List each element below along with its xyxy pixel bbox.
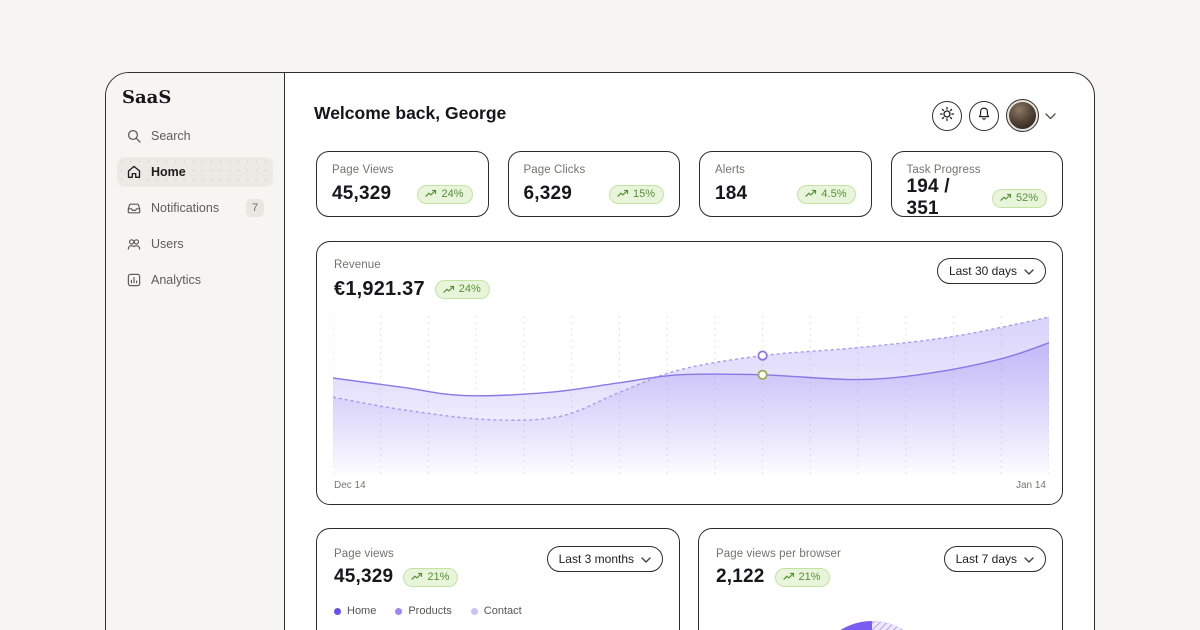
stat-card: Page Clicks 6,329 15% xyxy=(508,151,681,217)
avatar xyxy=(1006,99,1039,132)
bell-icon xyxy=(976,106,992,125)
sidebar-item-label: Notifications xyxy=(151,201,219,215)
browser-views-label: Page views per browser xyxy=(716,548,841,560)
page-views-card: Page views 45,329 21% Last 3 months Home… xyxy=(316,528,680,630)
revenue-chart[interactable] xyxy=(333,314,1049,474)
page-views-delta-badge: 21% xyxy=(403,568,458,587)
sidebar-item-label: Users xyxy=(151,237,184,251)
axis-start-label: Dec 14 xyxy=(334,480,366,491)
page-views-label: Page views xyxy=(334,548,394,560)
trend-up-icon xyxy=(1000,193,1012,203)
stat-delta-badge: 52% xyxy=(992,189,1047,208)
stat-label: Page Clicks xyxy=(524,164,665,176)
sidebar-item-label: Analytics xyxy=(151,273,201,287)
inbox-icon xyxy=(126,200,142,216)
stat-value: 6,329 xyxy=(524,183,573,205)
legend-item-products: Products xyxy=(395,605,451,617)
legend-dot xyxy=(395,608,402,615)
stat-card: Task Progress194 / 351 52% xyxy=(891,151,1064,217)
revenue-value: €1,921.37 xyxy=(334,278,425,301)
sidebar-item-search[interactable]: Search xyxy=(117,121,273,151)
legend-dot xyxy=(471,608,478,615)
profile-menu-button[interactable] xyxy=(1006,99,1056,132)
stat-label: Page Views xyxy=(332,164,473,176)
app-window: SaaS Search Home Notifications 7 Users Analyt… xyxy=(105,72,1095,630)
browser-views-delta-badge: 21% xyxy=(775,568,830,587)
sun-icon xyxy=(939,106,955,125)
browser-views-range-select[interactable]: Last 7 days xyxy=(944,546,1046,572)
stat-label: Task Progress xyxy=(907,164,1048,176)
header-actions xyxy=(932,99,1056,132)
legend-item-home: Home xyxy=(334,605,376,617)
page-views-value: 45,329 xyxy=(334,566,393,588)
sidebar-item-label: Home xyxy=(151,165,186,179)
sidebar-item-home[interactable]: Home xyxy=(117,157,273,187)
legend-item-contact: Contact xyxy=(471,605,522,617)
chevron-down-icon xyxy=(641,552,651,566)
home-icon xyxy=(126,164,142,180)
revenue-range-select[interactable]: Last 30 days xyxy=(937,258,1046,284)
stat-value: 194 / 351 xyxy=(907,176,986,220)
stat-card: Page Views 45,329 24% xyxy=(316,151,489,217)
chevron-down-icon xyxy=(1024,552,1034,566)
chart-hover-marker xyxy=(758,351,766,359)
app-logo: SaaS xyxy=(122,87,171,108)
notification-count-badge: 7 xyxy=(246,199,264,217)
browser-views-card: Page views per browser 2,122 21% Last 7 … xyxy=(698,528,1063,630)
trend-up-icon xyxy=(425,189,437,199)
trend-up-icon xyxy=(443,285,455,295)
stat-value: 45,329 xyxy=(332,183,391,205)
stats-row: Page Views 45,329 24% Page Clicks 6,329 15% Al… xyxy=(316,151,1063,217)
page-views-legend: Home Products Contact xyxy=(334,605,522,617)
stat-delta-badge: 4.5% xyxy=(797,185,855,204)
stat-card: Alerts 184 4.5% xyxy=(699,151,872,217)
chevron-down-icon xyxy=(1024,264,1034,278)
sidebar: SaaS Search Home Notifications 7 Users Analyt… xyxy=(106,73,285,630)
sidebar-nav: Search Home Notifications 7 Users Analytics xyxy=(117,121,273,295)
revenue-card: Revenue €1,921.37 24% Last 30 days Dec 1… xyxy=(316,241,1063,505)
sidebar-item-users[interactable]: Users xyxy=(117,229,273,259)
analytics-icon xyxy=(126,272,142,288)
theme-toggle-button[interactable] xyxy=(932,101,962,131)
dashboard-screen: SaaS Search Home Notifications 7 Users Analyt… xyxy=(0,0,1200,630)
trend-up-icon xyxy=(411,572,423,582)
trend-up-icon xyxy=(617,189,629,199)
chart-hover-marker xyxy=(758,371,766,379)
chevron-down-icon xyxy=(1045,107,1056,125)
sidebar-item-analytics[interactable]: Analytics xyxy=(117,265,273,295)
trend-up-icon xyxy=(805,189,817,199)
revenue-label: Revenue xyxy=(334,259,381,271)
browser-pie-chart[interactable] xyxy=(806,618,946,630)
axis-end-label: Jan 14 xyxy=(1016,480,1046,491)
stat-value: 184 xyxy=(715,183,747,205)
avatar-photo xyxy=(1009,102,1036,129)
stat-delta-badge: 24% xyxy=(417,185,472,204)
sidebar-item-label: Search xyxy=(151,129,191,143)
page-views-range-select[interactable]: Last 3 months xyxy=(547,546,663,572)
revenue-delta-badge: 24% xyxy=(435,280,490,299)
browser-views-value: 2,122 xyxy=(716,566,765,588)
page-title: Welcome back, George xyxy=(314,103,506,124)
trend-up-icon xyxy=(783,572,795,582)
stat-label: Alerts xyxy=(715,164,856,176)
stat-delta-badge: 15% xyxy=(609,185,664,204)
notifications-button[interactable] xyxy=(969,101,999,131)
legend-dot xyxy=(334,608,341,615)
sidebar-item-notifications[interactable]: Notifications 7 xyxy=(117,193,273,223)
users-icon xyxy=(126,236,142,252)
search-icon xyxy=(126,128,142,144)
revenue-x-axis: Dec 14 Jan 14 xyxy=(334,480,1046,491)
